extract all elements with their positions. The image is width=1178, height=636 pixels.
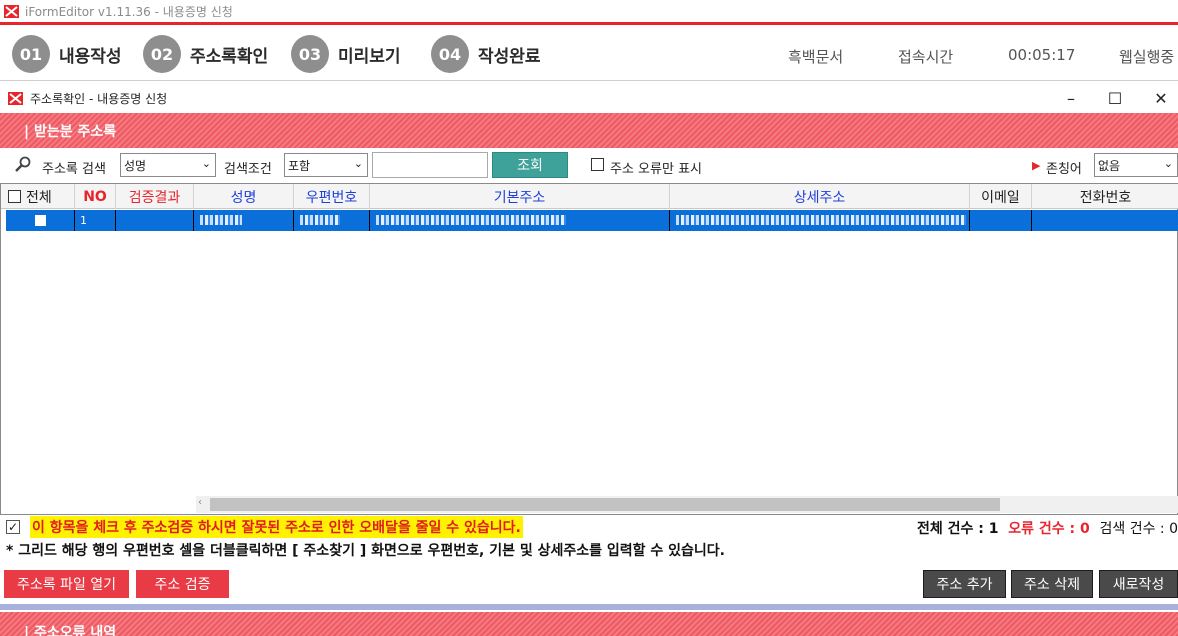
doc-type-label: 흑백문서	[788, 48, 844, 66]
step-3: 03 미리보기	[291, 35, 401, 73]
verify-notice-text: 이 항목을 체크 후 주소검증 하시면 잘못된 주소로 인한 오배달을 줄일 수…	[30, 516, 523, 538]
grid-header: 전체 NO 검증결과 성명 우편번호 기본주소 상세주소 이메일 전화번호	[1, 184, 1178, 209]
step-label: 내용작성	[59, 46, 122, 67]
verify-checkbox[interactable]: ✓	[6, 520, 20, 534]
address-grid[interactable]: 전체 NO 검증결과 성명 우편번호 기본주소 상세주소 이메일 전화번호 1 …	[0, 183, 1178, 515]
honorific-select[interactable]: 없음 ⌄	[1094, 153, 1178, 177]
verify-address-button[interactable]: 주소 검증	[136, 570, 229, 598]
row-checkbox-cell[interactable]	[6, 210, 75, 231]
step-1: 01 내용작성	[12, 35, 122, 73]
add-address-button[interactable]: 주소 추가	[923, 570, 1006, 598]
grid-hint: * 그리드 해당 행의 우편번호 셀을 더블클릭하면 [ 주소찾기 ] 화면으로…	[6, 543, 725, 559]
col-all-label: 전체	[26, 189, 52, 206]
step-label: 작성완료	[478, 46, 541, 67]
chevron-down-icon: ⌄	[1163, 157, 1173, 170]
app-titlebar: iFormEditor v1.11.36 - 내용증명 신청	[0, 0, 1178, 22]
search-icon	[15, 156, 31, 172]
scroll-left-icon[interactable]: ‹	[198, 497, 202, 508]
record-counts: 전체 건수 : 1 오류 건수 : 0 검색 건수 : 0	[917, 518, 1178, 538]
row-checkbox[interactable]	[34, 215, 46, 226]
app-title: iFormEditor v1.11.36 - 내용증명 신청	[25, 4, 233, 19]
scroll-thumb[interactable]	[210, 498, 1000, 511]
honorific-label: 존칭어	[1046, 162, 1082, 177]
col-address[interactable]: 기본주소	[370, 184, 670, 209]
row-name	[194, 210, 294, 231]
step-number: 01	[12, 35, 50, 73]
dialog-titlebar: 주소록확인 - 내용증명 신청	[0, 84, 1178, 112]
error-only-checkbox[interactable]	[591, 158, 604, 175]
search-field-select[interactable]: 성명 ⌄	[120, 153, 216, 177]
step-label: 미리보기	[338, 46, 401, 67]
row-address-detail	[670, 210, 970, 231]
minimize-button[interactable]: –	[1048, 84, 1094, 112]
triangle-right-icon: ▶	[1032, 159, 1041, 172]
col-verify[interactable]: 검증결과	[116, 184, 194, 209]
search-field-value: 성명	[124, 158, 147, 173]
honorific-value: 없음	[1098, 158, 1121, 173]
chevron-down-icon: ⌄	[353, 157, 363, 170]
row-phone	[1032, 210, 1178, 231]
search-label: 주소록 검색	[42, 162, 106, 177]
dialog-logo-icon	[8, 91, 23, 105]
total-count: 전체 건수 : 1	[917, 521, 999, 537]
horizontal-scrollbar[interactable]: ‹	[196, 496, 1178, 513]
col-zip[interactable]: 우편번호	[294, 184, 370, 209]
condition-select[interactable]: 포함 ⌄	[284, 153, 368, 177]
select-all-checkbox[interactable]	[8, 190, 21, 203]
search-input[interactable]	[372, 152, 488, 178]
maximize-button[interactable]: ☐	[1092, 84, 1138, 112]
error-only-label: 주소 오류만 표시	[610, 162, 702, 177]
col-no[interactable]: NO	[75, 184, 116, 209]
step-label: 주소록확인	[190, 46, 269, 67]
chevron-down-icon: ⌄	[201, 157, 211, 170]
condition-label: 검색조건	[224, 162, 272, 177]
step-number: 03	[291, 35, 329, 73]
step-2: 02 주소록확인	[143, 35, 268, 73]
col-address-detail[interactable]: 상세주소	[670, 184, 970, 209]
col-name[interactable]: 성명	[194, 184, 294, 209]
condition-value: 포함	[288, 158, 311, 173]
table-row[interactable]: 1	[6, 210, 1178, 231]
col-phone[interactable]: 전화번호	[1032, 184, 1178, 209]
verify-notice: ✓ 이 항목을 체크 후 주소검증 하시면 잘못된 주소로 인한 오배달을 줄일…	[6, 516, 523, 538]
close-button[interactable]: ✕	[1138, 84, 1178, 112]
search-count: 검색 건수 : 0	[1099, 521, 1178, 537]
row-email	[970, 210, 1032, 231]
step-number: 04	[431, 35, 469, 73]
steps-bar: 01 내용작성 02 주소록확인 03 미리보기 04 작성완료 흑백문서 접속…	[0, 25, 1178, 81]
connection-label: 접속시간	[898, 48, 954, 66]
open-address-file-button[interactable]: 주소록 파일 열기	[4, 570, 129, 598]
row-no: 1	[75, 210, 116, 231]
recipient-section-header: | 받는분 주소록	[0, 113, 1178, 148]
row-verify-result	[116, 210, 194, 231]
connection-time: 00:05:17	[1008, 46, 1076, 64]
step-number: 02	[143, 35, 181, 73]
delete-address-button[interactable]: 주소 삭제	[1011, 570, 1093, 598]
app-logo-icon	[4, 4, 19, 18]
row-zip[interactable]	[294, 210, 370, 231]
new-write-button[interactable]: 새로작성	[1099, 570, 1178, 598]
address-error-section-header: | 주소오류 내역	[0, 612, 1178, 636]
col-email[interactable]: 이메일	[970, 184, 1032, 209]
web-status: 웹실행중	[1119, 48, 1175, 66]
error-count: 오류 건수 : 0	[1008, 521, 1090, 537]
col-all[interactable]: 전체	[1, 184, 75, 209]
dialog-title: 주소록확인 - 내용증명 신청	[30, 91, 168, 106]
search-button[interactable]: 조회	[492, 152, 568, 178]
search-bar: 주소록 검색 성명 ⌄ 검색조건 포함 ⌄ 조회 주소 오류만 표시 ▶ 존칭어…	[0, 148, 1178, 182]
row-address	[370, 210, 670, 231]
section-separator	[0, 604, 1178, 610]
step-4: 04 작성완료	[431, 35, 541, 73]
